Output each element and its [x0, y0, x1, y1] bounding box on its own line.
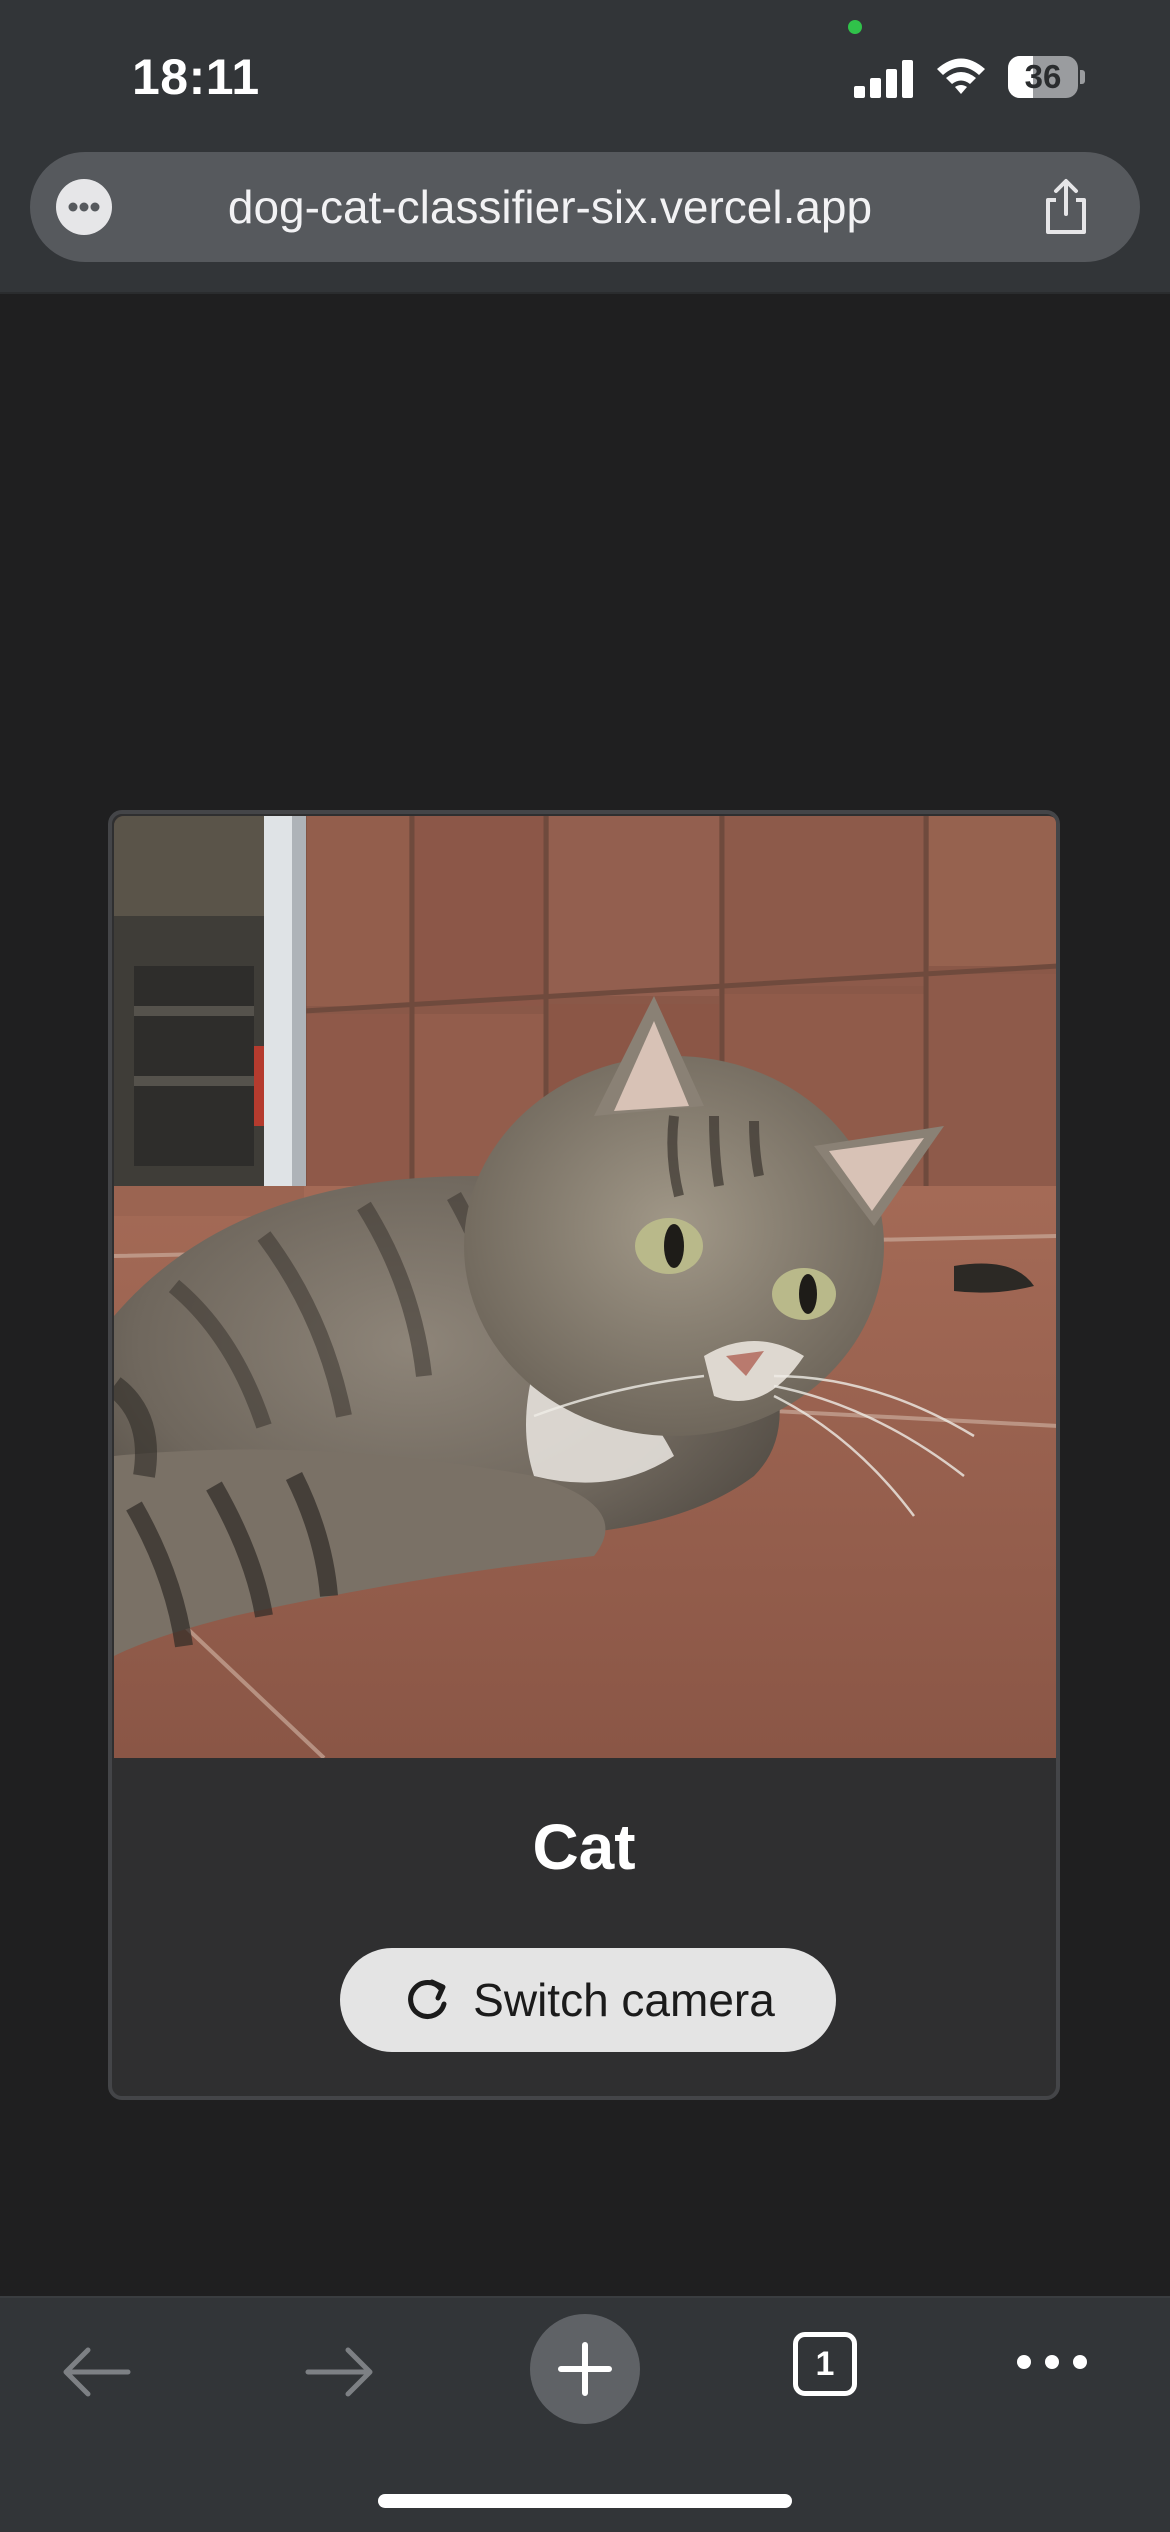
- battery-body: 36: [1008, 56, 1078, 98]
- page-menu-button[interactable]: [56, 179, 112, 235]
- battery-percentage: 36: [1024, 58, 1062, 95]
- new-tab-button[interactable]: [530, 2314, 640, 2424]
- more-horizontal-icon: [68, 202, 100, 212]
- wifi-icon: [937, 58, 985, 94]
- camera-feed-image: [114, 816, 1056, 1758]
- camera-feed: [114, 816, 1056, 1758]
- battery-cap: [1080, 70, 1085, 84]
- arrow-right-icon[interactable]: [302, 2340, 378, 2404]
- home-indicator[interactable]: [378, 2494, 792, 2508]
- screen: 18:11 36 dog-cat-classifier-six.vercel.a…: [0, 0, 1170, 2532]
- refresh-icon: [408, 1979, 447, 2019]
- address-bar[interactable]: dog-cat-classifier-six.vercel.app: [30, 152, 1140, 262]
- share-icon[interactable]: [1040, 178, 1092, 236]
- browser-top-chrome: 18:11 36 dog-cat-classifier-six.vercel.a…: [0, 0, 1170, 294]
- plus-icon: [558, 2342, 612, 2396]
- status-time: 18:11: [132, 49, 260, 105]
- tab-switcher-button[interactable]: 1: [793, 2332, 857, 2396]
- camera-in-use-indicator: [848, 20, 862, 34]
- classifier-card: Cat Switch camera: [108, 810, 1060, 2100]
- url-text[interactable]: dog-cat-classifier-six.vercel.app: [140, 152, 960, 262]
- switch-camera-label: Switch camera: [473, 1974, 775, 2026]
- battery-indicator: 36: [1008, 56, 1085, 98]
- cellular-signal-icon: [854, 60, 913, 98]
- arrow-left-icon[interactable]: [58, 2340, 134, 2404]
- switch-camera-button[interactable]: Switch camera: [340, 1948, 836, 2052]
- prediction-label: Cat: [532, 1811, 636, 1883]
- ellipsis-icon[interactable]: [1014, 2348, 1090, 2376]
